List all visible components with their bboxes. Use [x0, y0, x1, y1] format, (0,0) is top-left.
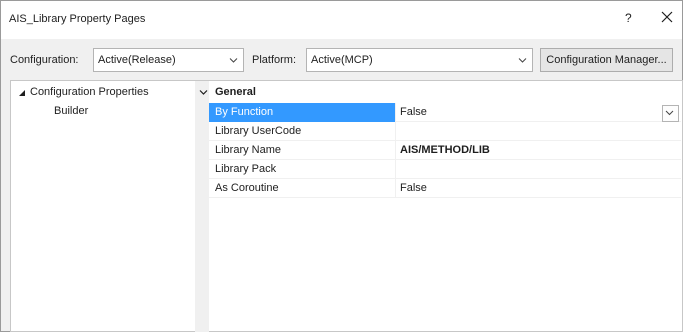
value-dropdown-button[interactable]	[662, 105, 679, 122]
tree-item-builder[interactable]: Builder	[54, 105, 88, 117]
category-tree	[10, 80, 195, 332]
configuration-dropdown[interactable]: Active(Release)	[93, 48, 244, 72]
property-row-library-name[interactable]: Library Name AIS/METHOD/LIB	[209, 141, 681, 160]
property-value[interactable]: False	[400, 106, 427, 118]
property-name: Library Pack	[215, 163, 277, 175]
chevron-down-icon	[665, 110, 674, 116]
close-icon[interactable]	[659, 9, 675, 25]
property-row-by-function[interactable]: By Function False	[209, 103, 681, 122]
property-value[interactable]: AIS/METHOD/LIB	[400, 144, 490, 156]
property-row-library-pack[interactable]: Library Pack	[209, 160, 681, 179]
column-divider	[395, 141, 396, 160]
expanded-triangle-icon[interactable]	[18, 88, 26, 96]
configuration-manager-button[interactable]: Configuration Manager...	[540, 48, 673, 72]
property-value[interactable]: False	[400, 182, 427, 194]
column-divider	[395, 103, 396, 122]
property-row-as-coroutine[interactable]: As Coroutine False	[209, 179, 681, 198]
platform-dropdown[interactable]: Active(MCP)	[306, 48, 533, 72]
property-name: By Function	[215, 106, 274, 118]
chevron-down-icon	[229, 58, 238, 63]
configuration-label: Configuration:	[10, 54, 79, 66]
window-title: AIS_Library Property Pages	[9, 13, 146, 25]
platform-label: Platform:	[252, 54, 297, 66]
column-divider	[395, 122, 396, 141]
column-divider	[395, 160, 396, 179]
tree-item-configuration-properties[interactable]: Configuration Properties	[30, 86, 149, 98]
property-name: As Coroutine	[215, 182, 279, 194]
grid-gutter	[195, 81, 209, 332]
platform-value: Active(MCP)	[311, 54, 373, 66]
property-row-library-usercode[interactable]: Library UserCode	[209, 122, 681, 141]
chevron-down-icon	[518, 58, 527, 63]
section-general[interactable]: General	[215, 86, 256, 98]
chevron-down-icon[interactable]	[199, 88, 208, 97]
property-name: Library UserCode	[215, 125, 302, 137]
column-divider	[395, 179, 396, 198]
configuration-value: Active(Release)	[98, 54, 176, 66]
help-button[interactable]: ?	[625, 11, 632, 25]
property-name: Library Name	[215, 144, 282, 156]
